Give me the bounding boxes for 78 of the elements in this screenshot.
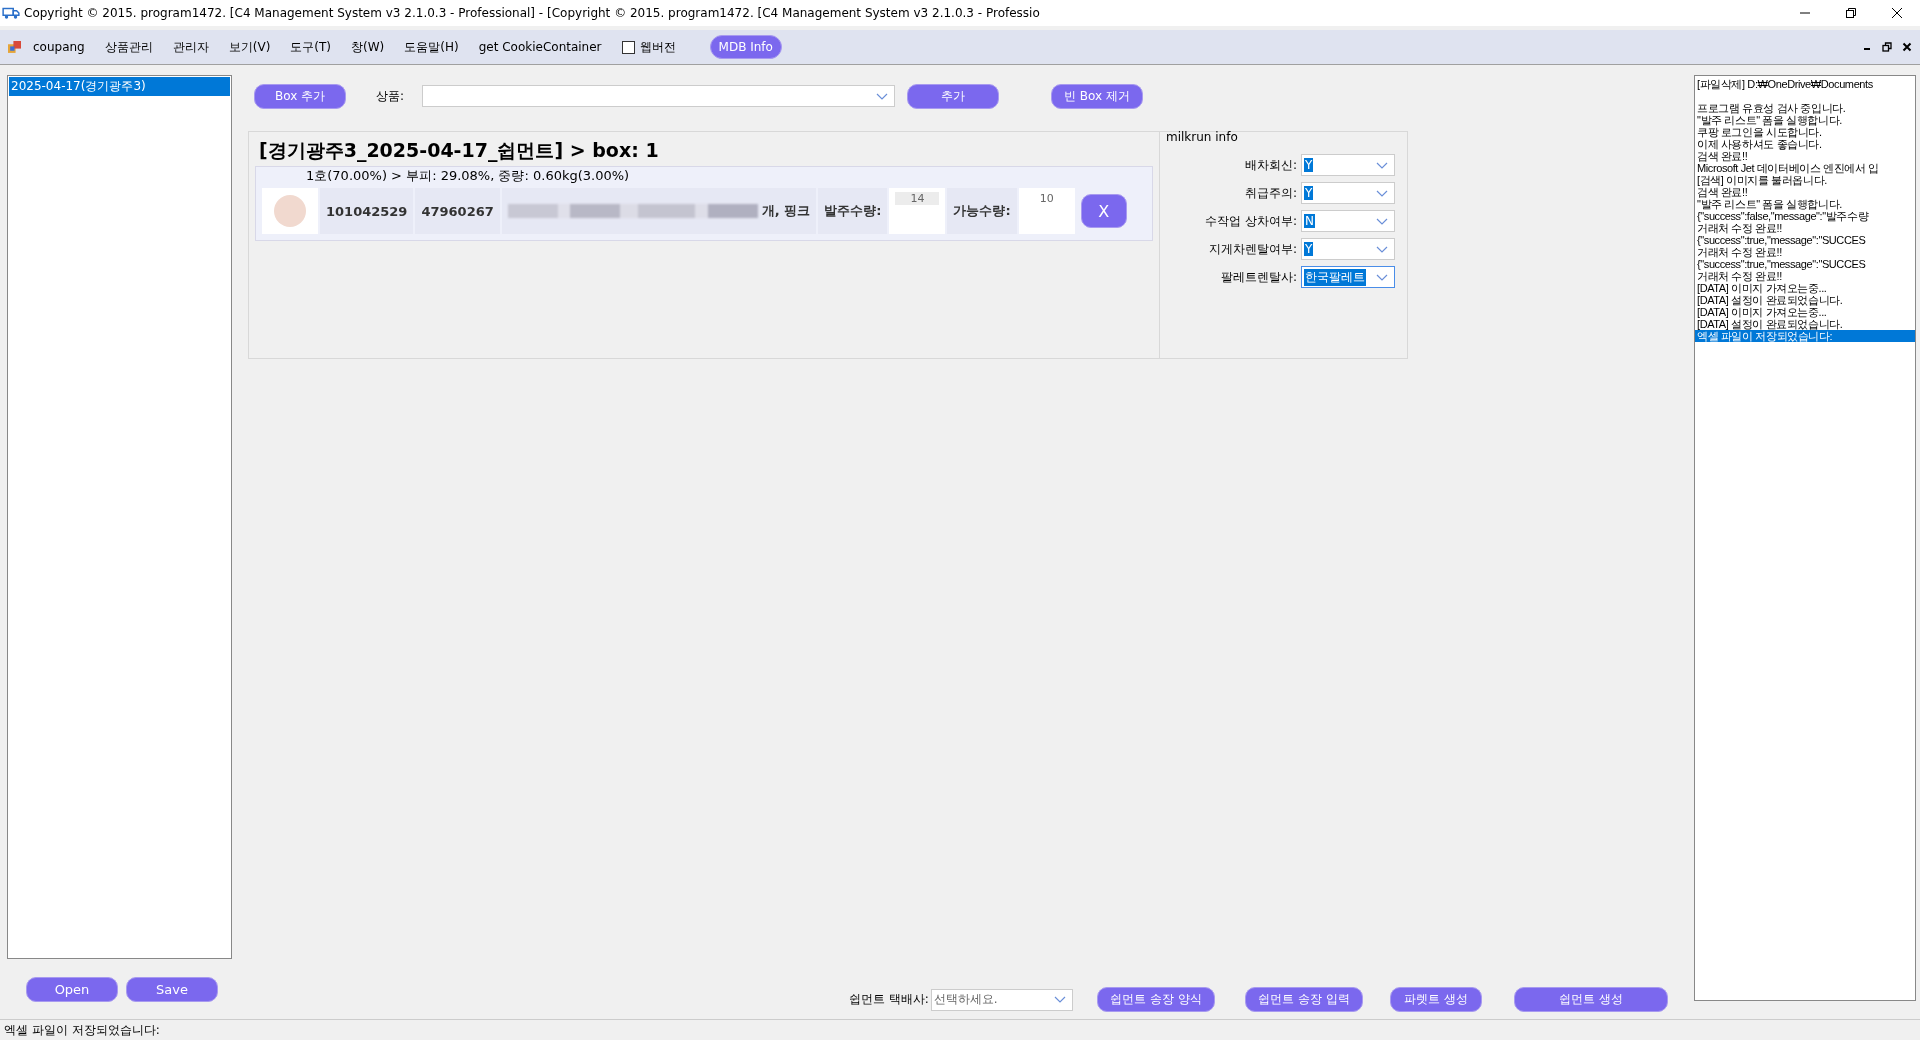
carrier-dropdown[interactable]: 선택하세요. <box>930 988 1073 1011</box>
field-label: 팔레트렌탈사: <box>1220 268 1297 286</box>
add-box-button[interactable]: Box 추가 <box>254 83 346 109</box>
checkbox-label: 웹버전 <box>639 38 676 56</box>
field-label: 가능수량: <box>947 188 1017 234</box>
table-cell: 101042529 <box>320 188 414 234</box>
log-line[interactable]: [DATA] 설정이 완료되었습니다. <box>1695 318 1915 330</box>
menu-item[interactable]: 보기(V) <box>228 38 271 56</box>
invoice-form-button[interactable]: 쉽먼트 송장 양식 <box>1096 987 1215 1012</box>
log-line[interactable]: [DATA] 설정이 완료되었습니다. <box>1695 294 1915 306</box>
log-line[interactable]: [DATA] 이미지 가져오는중... <box>1695 306 1915 318</box>
field-label: 지게차렌탈여부: <box>1208 240 1297 258</box>
log-line[interactable]: 이제 사용하셔도 좋습니다. <box>1695 138 1915 150</box>
caret-icon <box>1376 245 1388 253</box>
field-label: 수작업 상차여부: <box>1205 212 1297 230</box>
panel-title: milkrun info <box>1166 130 1239 144</box>
photo-placeholder <box>274 195 306 227</box>
table-cell: 47960267 <box>415 188 500 234</box>
log-line[interactable]: {"success":true,"message":"SUCCES <box>1695 258 1915 270</box>
log-line[interactable]: 거래처 수정 완료!! <box>1695 246 1915 258</box>
box-summary: 1호(70.00%) > 부피: 29.08%, 중량: 0.60kg(3.00%) <box>306 167 631 185</box>
caret-icon <box>1376 273 1388 281</box>
menu-item[interactable]: 도구(T) <box>290 38 332 56</box>
close-button[interactable] <box>1902 42 1912 52</box>
log-line[interactable]: 프로그램 유효성 검사 중입니다. <box>1695 102 1915 114</box>
field-label: 발주수량: <box>818 188 888 234</box>
log-line[interactable]: "발주 리스트" 폼을 실행합니다. <box>1695 114 1915 126</box>
dropdown[interactable]: Y <box>1301 182 1395 204</box>
order-qty-field: 14 <box>895 192 940 205</box>
mdb-info-button[interactable]: MDB Info <box>709 35 782 59</box>
invoice-input-button[interactable]: 쉽먼트 송장 입력 <box>1244 987 1363 1012</box>
add-button[interactable]: 추가 <box>907 83 999 109</box>
field-label: 쉽먼트 택배사: <box>849 991 929 1008</box>
truck-icon <box>2 6 20 20</box>
caret-icon <box>1376 217 1388 225</box>
dropdown[interactable]: 한국팔레트 <box>1301 266 1395 288</box>
menu-item[interactable]: 도움말(H) <box>404 38 459 56</box>
caret-icon <box>1376 189 1388 197</box>
list-item[interactable]: 2025-04-17(경기광주3) <box>9 77 230 96</box>
open-button[interactable]: Open <box>26 977 118 1002</box>
remove-empty-box-button[interactable]: 빈 Box 제거 <box>1051 83 1143 109</box>
delete-button[interactable]: X <box>1080 194 1127 228</box>
menu-item[interactable]: coupang <box>33 40 85 54</box>
restore-button[interactable] <box>1882 42 1892 52</box>
log-line[interactable]: 쿠팡 로그인을 시도합니다. <box>1695 126 1915 138</box>
log-line[interactable]: 거래처 수정 완료!! <box>1695 222 1915 234</box>
save-button[interactable]: Save <box>126 977 218 1002</box>
log-line[interactable]: 검색 완료!! <box>1695 150 1915 162</box>
menu-item[interactable]: get CookieContainer <box>478 40 602 54</box>
app-icon <box>8 40 21 54</box>
dropdown[interactable]: Y <box>1301 238 1395 260</box>
log-line[interactable]: [검색] 이미지를 불러옵니다. <box>1695 174 1915 186</box>
window-title: Copyright © 2015. program1472. [C4 Management System v3 2.1.0.3 - Professional] - [Copyright © 2015. program1472. [C4 Management System v3 2.1.0.3 - Professio <box>24 6 1041 20</box>
menu-item[interactable]: 상품관리 <box>104 38 153 56</box>
log-line[interactable]: Microsoft Jet 데이터베이스 엔진에서 입 <box>1695 162 1915 174</box>
web-version-checkbox[interactable] <box>621 40 635 54</box>
status-text: 엑셀 파일이 저장되었습니다: <box>4 1021 160 1039</box>
pallet-create-button[interactable]: 파렛트 생성 <box>1389 987 1482 1012</box>
log-line[interactable]: "발주 리스트" 폼을 실행합니다. <box>1695 198 1915 210</box>
log-line[interactable]: 검색 완료!! <box>1695 186 1915 198</box>
log-line[interactable]: {"success":false,"message":"발주수량 <box>1695 210 1915 222</box>
menu-item[interactable]: 창(W) <box>351 38 385 56</box>
caret-icon <box>1376 161 1388 169</box>
field-label: 상품: <box>376 87 406 105</box>
log-line[interactable]: [DATA] 이미지 가져오는중... <box>1695 282 1915 294</box>
field-label: 배차회신: <box>1244 156 1297 174</box>
dropdown[interactable]: N <box>1301 210 1395 232</box>
menu-item[interactable]: 관리자 <box>172 38 209 56</box>
shipment-title: [경기광주3_2025-04-17_쉽먼트] > box: 1 <box>259 138 660 164</box>
log-line[interactable]: {"success":true,"message":"SUCCES <box>1695 234 1915 246</box>
table-cell: 개, 핑크 <box>761 202 811 220</box>
log-line[interactable]: [파일삭제] D:₩OneDrive₩Documents <box>1695 78 1915 90</box>
dropdown[interactable]: Y <box>1301 154 1395 176</box>
caret-icon <box>1053 996 1066 1003</box>
caret-icon <box>876 92 888 100</box>
log-line[interactable]: 거래처 수정 완료!! <box>1695 270 1915 282</box>
shipment-create-button[interactable]: 쉽먼트 생성 <box>1513 987 1668 1012</box>
field-label: 취급주의: <box>1244 184 1297 202</box>
